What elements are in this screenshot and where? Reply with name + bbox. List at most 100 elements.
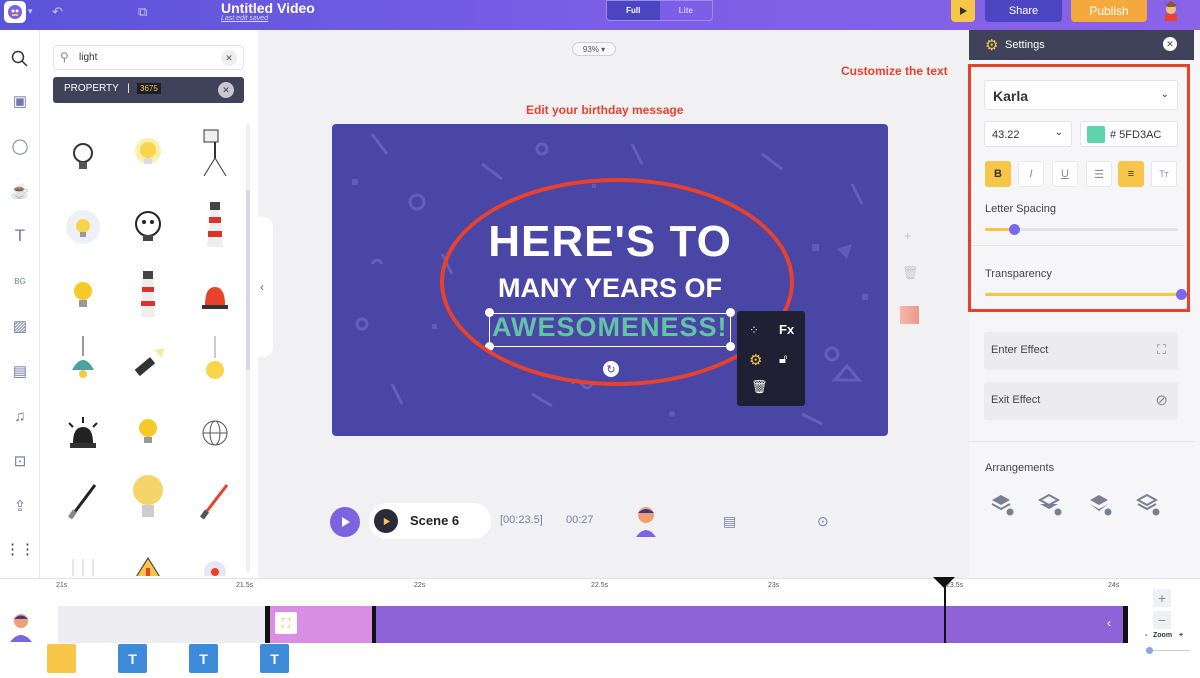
mode-lite-button[interactable]: Lite (660, 1, 713, 20)
letter-spacing-knob[interactable] (1009, 224, 1020, 235)
send-to-back-icon[interactable] (1132, 489, 1162, 519)
person-icon[interactable]: ◯ (0, 131, 40, 161)
app-logo[interactable] (4, 1, 26, 23)
letter-spacing-slider[interactable] (985, 224, 1178, 235)
play-button[interactable] (330, 507, 360, 537)
transparency-knob[interactable] (1176, 289, 1187, 300)
text-track-chip[interactable]: T (189, 644, 218, 673)
studio-light-icon[interactable] (190, 128, 240, 178)
lighthouse-icon[interactable] (190, 199, 240, 249)
publish-button[interactable]: Publish (1071, 0, 1147, 22)
disco-ball-icon[interactable] (190, 408, 240, 458)
font-family-select[interactable]: Karla ⌄ (984, 80, 1178, 110)
upload-icon[interactable]: ⇪ (0, 491, 40, 521)
zoom-minus[interactable]: - (1145, 632, 1147, 639)
lightbulb-face-icon[interactable] (123, 202, 173, 252)
scene-media-icon[interactable]: ▤ (723, 513, 736, 530)
playhead[interactable] (944, 579, 946, 643)
color-swatch-icon[interactable] (900, 306, 919, 324)
remove-filter-icon[interactable]: ✕ (218, 82, 234, 98)
collapse-panel-button[interactable]: ‹ (251, 217, 273, 357)
preview-play-button[interactable] (951, 0, 975, 22)
unlock-icon[interactable]: 🔓︎ (779, 351, 787, 367)
cup-icon[interactable]: ☕ (0, 176, 40, 206)
search-input[interactable]: light (79, 52, 97, 63)
underline-button[interactable]: U (1052, 161, 1078, 187)
timeline-segment-enter[interactable]: ⛶ (265, 606, 376, 643)
play-scene-button[interactable] (374, 509, 398, 533)
undo-icon[interactable]: ↶ (52, 4, 63, 20)
lightbulb-idea-icon[interactable] (58, 202, 108, 252)
add-track-button[interactable]: + (1153, 589, 1171, 607)
close-settings-icon[interactable]: ✕ (1163, 37, 1177, 51)
lightbulb-large-icon[interactable] (123, 472, 173, 522)
zoom-slider-knob[interactable] (1146, 647, 1153, 654)
fx-button[interactable]: Fx (779, 322, 794, 337)
property-filter-chip[interactable]: PROPERTY | 3675 ✕ (53, 77, 244, 103)
gear-icon[interactable]: ⚙ (749, 351, 762, 369)
characters-icon[interactable]: ▣ (0, 86, 40, 116)
siren-icon[interactable] (190, 271, 240, 321)
text-track-chip[interactable]: T (260, 644, 289, 673)
trash-icon[interactable]: 🗑︎ (751, 379, 768, 395)
traffic-sign-icon[interactable] (123, 544, 173, 576)
bulb-round-icon[interactable] (190, 544, 240, 576)
text-track-chip[interactable]: T (118, 644, 147, 673)
enter-effect-button[interactable]: Enter Effect ⛶ (984, 332, 1178, 370)
delete-scene-icon[interactable]: 🗑︎ (902, 265, 919, 281)
character-avatar-icon[interactable] (633, 505, 659, 542)
mode-full-button[interactable]: Full (607, 1, 660, 20)
library-scroll-thumb[interactable] (246, 190, 250, 370)
canvas-zoom-select[interactable]: 93% ▾ (572, 42, 616, 56)
transparency-slider[interactable] (985, 289, 1187, 300)
bold-button[interactable]: B (985, 161, 1011, 187)
italic-button[interactable]: I (1018, 161, 1044, 187)
text-icon[interactable]: T (0, 221, 40, 251)
lightbulb-glow-icon[interactable] (123, 128, 173, 178)
zoom-slider[interactable] (1148, 650, 1190, 651)
lightbulb-outline-icon[interactable] (58, 132, 108, 182)
music-icon[interactable]: ♫ (0, 401, 40, 431)
hanging-bulb-icon[interactable] (190, 336, 240, 386)
user-avatar[interactable] (1158, 0, 1184, 22)
path-icon[interactable]: ⁘ (749, 323, 759, 337)
more-apps-icon[interactable]: ⋮⋮ (0, 534, 40, 564)
copy-icon[interactable]: ⧉ (138, 4, 147, 20)
add-icon[interactable]: + (904, 228, 912, 243)
text-color-picker[interactable]: # 5FD3AC (1080, 121, 1178, 147)
scene-selector[interactable]: Scene 6 (369, 503, 491, 539)
video-icon[interactable]: ▤ (0, 356, 40, 386)
background-icon[interactable]: BG (0, 266, 40, 296)
text-case-button[interactable]: Tт (1151, 161, 1177, 187)
timeline-segment-main[interactable]: ‹ (376, 606, 1128, 643)
effects-icon[interactable]: ⊡ (0, 446, 40, 476)
mode-toggle[interactable]: Full Lite (606, 0, 713, 21)
share-button[interactable]: Share (985, 0, 1062, 22)
bring-to-front-icon[interactable] (986, 489, 1016, 519)
library-search[interactable]: ⚲ light ✕ (53, 45, 244, 70)
color-swatch[interactable] (1087, 126, 1105, 143)
list-button[interactable]: ☰ (1086, 161, 1112, 187)
lightbulb-small-icon[interactable] (123, 408, 173, 458)
project-title[interactable]: Untitled Video (221, 0, 315, 16)
background-track-chip[interactable] (47, 644, 76, 673)
lightbulb-icon[interactable] (58, 271, 108, 321)
send-backward-icon[interactable] (1084, 489, 1114, 519)
font-size-select[interactable]: 43.22 ⌄ (984, 121, 1072, 147)
character-track-icon[interactable] (8, 612, 34, 647)
bring-forward-icon[interactable] (1034, 489, 1064, 519)
zoom-plus[interactable]: + (1179, 632, 1183, 639)
image-icon[interactable]: ▨ (0, 311, 40, 341)
search-icon[interactable] (0, 44, 40, 74)
pendant-lamp-icon[interactable] (58, 336, 108, 386)
effect-keyframe-icon[interactable]: ⛶ (275, 612, 297, 634)
clear-search-icon[interactable]: ✕ (221, 50, 237, 66)
color-hex-value[interactable]: # 5FD3AC (1110, 129, 1161, 141)
lightsaber-icon[interactable] (58, 476, 108, 526)
playhead-marker[interactable] (933, 577, 955, 588)
align-center-button[interactable]: ≡ (1118, 161, 1144, 187)
string-lights-icon[interactable] (58, 544, 108, 576)
lighthouse-small-icon[interactable] (123, 269, 173, 319)
logo-chevron-icon[interactable]: ▾ (28, 6, 33, 17)
remove-track-button[interactable]: − (1153, 611, 1171, 629)
